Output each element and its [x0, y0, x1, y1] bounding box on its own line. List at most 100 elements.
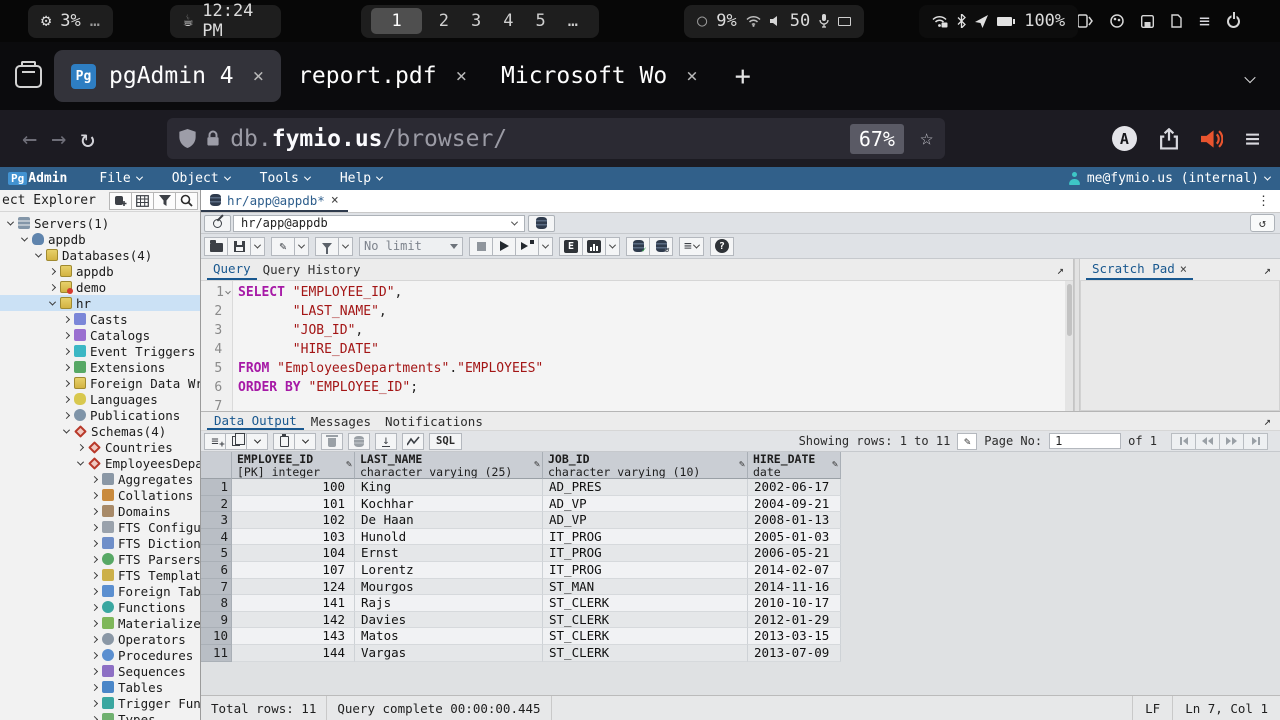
cell[interactable]: 102 [232, 512, 355, 529]
cell[interactable]: AD_PRES [543, 479, 748, 496]
cell[interactable]: 142 [232, 612, 355, 629]
cell[interactable]: 124 [232, 579, 355, 596]
tab-messages[interactable]: Messages [304, 412, 378, 430]
tab-overview-icon[interactable] [15, 65, 42, 88]
cell[interactable]: ST_MAN [543, 579, 748, 596]
sql-editor[interactable]: 12 3 4 5 6 7 SELECT "EMPLOYEE_ID", "LAST… [201, 281, 1073, 411]
workspace-button[interactable]: 2 [428, 11, 460, 31]
browser-tab[interactable]: Microsoft Wo× [484, 50, 715, 102]
cell[interactable]: 2013-03-15 [748, 628, 841, 645]
cell[interactable]: 141 [232, 595, 355, 612]
share-icon[interactable] [1159, 128, 1179, 150]
new-connection-button[interactable] [528, 215, 555, 232]
bookmark-star-icon[interactable]: ☆ [920, 126, 933, 151]
tab-close-icon[interactable]: × [456, 65, 467, 87]
cell[interactable]: 2013-07-09 [748, 645, 841, 662]
cell[interactable]: 107 [232, 562, 355, 579]
list-all-tabs-icon[interactable] [1246, 63, 1254, 89]
tab-data-output[interactable]: Data Output [207, 412, 304, 430]
paste-button[interactable] [273, 433, 295, 450]
reload-button[interactable]: ↻ [80, 124, 95, 153]
edit-column-icon[interactable]: ✎ [832, 459, 838, 472]
last-page-button[interactable] [1243, 433, 1268, 450]
system-tray[interactable]: 100% [919, 5, 1078, 38]
tree-item-appdb[interactable]: appdb [0, 263, 200, 279]
tab-notifications[interactable]: Notifications [378, 412, 490, 430]
menu-object[interactable]: Object [172, 171, 230, 186]
cell[interactable]: 2004-09-21 [748, 496, 841, 513]
tree-expand-icon[interactable] [60, 349, 73, 354]
tree-expand-icon[interactable] [60, 397, 73, 402]
cell[interactable]: 143 [232, 628, 355, 645]
cell[interactable]: Davies [355, 612, 543, 629]
sql-button[interactable]: SQL [429, 433, 462, 450]
open-file-button[interactable] [204, 237, 228, 256]
cell[interactable]: AD_VP [543, 496, 748, 513]
cell[interactable]: 144 [232, 645, 355, 662]
tree-expand-icon[interactable] [60, 365, 73, 370]
tree-item-extensions[interactable]: Extensions [0, 359, 200, 375]
page-number-input[interactable] [1049, 433, 1121, 449]
cell[interactable]: 2012-01-29 [748, 612, 841, 629]
table-row[interactable]: 1100KingAD_PRES2002-06-17 [201, 479, 1280, 496]
profile-icon[interactable]: A [1112, 126, 1137, 151]
cell[interactable]: King [355, 479, 543, 496]
cell[interactable]: Vargas [355, 645, 543, 662]
reset-layout-button[interactable]: ↺ [1250, 214, 1275, 232]
edit-column-icon[interactable]: ✎ [739, 459, 745, 472]
new-tab-button[interactable]: + [735, 61, 751, 92]
next-page-button[interactable] [1219, 433, 1244, 450]
save-file-button[interactable] [227, 237, 251, 256]
delete-row-button[interactable] [321, 433, 343, 450]
close-icon[interactable]: × [1180, 262, 1187, 276]
tree-item-fts-templates[interactable]: FTS Templates [0, 567, 200, 583]
edit-button[interactable]: ✎ [271, 237, 295, 256]
edit-column-icon[interactable]: ✎ [534, 459, 540, 472]
expand-icon[interactable]: ↗ [1264, 414, 1271, 428]
grid-view-button[interactable] [131, 192, 154, 210]
column-header-employee_id[interactable]: EMPLOYEE_ID[PK] integer✎ [232, 452, 355, 479]
tree-expand-icon[interactable] [74, 445, 87, 450]
expand-icon[interactable]: ↗ [1057, 263, 1064, 277]
power-icon[interactable] [1227, 15, 1240, 28]
column-header-last_name[interactable]: LAST_NAMEcharacter varying (25)✎ [355, 452, 543, 479]
tree-item-types[interactable]: Types [0, 711, 200, 720]
cell[interactable]: 2008-01-13 [748, 512, 841, 529]
menu-icon[interactable]: ≡ [1199, 11, 1210, 32]
cancel-query-button[interactable] [469, 237, 493, 256]
tree-item-foreign-data-wr[interactable]: Foreign Data Wr [0, 375, 200, 391]
cell[interactable]: Matos [355, 628, 543, 645]
table-row[interactable]: 7124MourgosST_MAN2014-11-16 [201, 579, 1280, 596]
tree-collapse-icon[interactable] [32, 253, 45, 258]
tree-expand-icon[interactable] [88, 557, 101, 562]
palette-icon[interactable] [1110, 14, 1124, 28]
help-button[interactable]: ? [710, 237, 734, 256]
tree-expand-icon[interactable] [88, 477, 101, 482]
tree-expand-icon[interactable] [88, 669, 101, 674]
limit-select[interactable]: No limit [359, 237, 463, 256]
tree-collapse-icon[interactable] [74, 461, 87, 466]
eol-status[interactable]: LF [1132, 696, 1172, 720]
browser-tab[interactable]: PgpgAdmin 4× [54, 50, 281, 102]
copy-options-button[interactable] [246, 433, 268, 450]
table-row[interactable]: 10143MatosST_CLERK2013-03-15 [201, 628, 1280, 645]
url-bar[interactable]: db.fymio.us/browser/ 67% ☆ [167, 118, 945, 159]
tree-expand-icon[interactable] [88, 493, 101, 498]
tree-item-domains[interactable]: Domains [0, 503, 200, 519]
execute-button[interactable] [492, 237, 516, 256]
tree-expand-icon[interactable] [88, 637, 101, 642]
connection-status-button[interactable] [204, 215, 231, 232]
tree-item-demo[interactable]: demo [0, 279, 200, 295]
status-indicators[interactable]: ○ 9% 50 [684, 5, 864, 38]
cell[interactable]: ST_CLERK [543, 595, 748, 612]
tree-expand-icon[interactable] [88, 589, 101, 594]
cell[interactable]: 104 [232, 545, 355, 562]
cell[interactable]: Lorentz [355, 562, 543, 579]
filter-button[interactable] [153, 192, 176, 210]
workspace-button[interactable]: 4 [492, 11, 524, 31]
cell[interactable]: 2005-01-03 [748, 529, 841, 546]
tree-expand-icon[interactable] [88, 621, 101, 626]
table-row[interactable]: 3102De HaanAD_VP2008-01-13 [201, 512, 1280, 529]
connection-select[interactable]: hr/app@appdb [233, 215, 525, 232]
tree-expand-icon[interactable] [60, 381, 73, 386]
